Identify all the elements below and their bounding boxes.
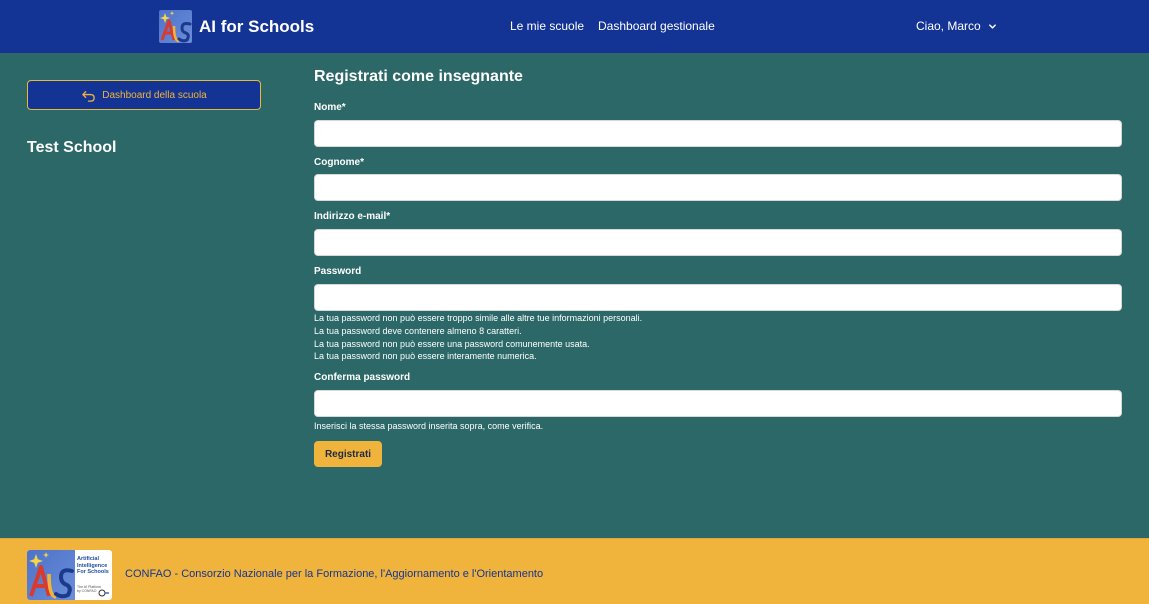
user-greeting: Ciao, Marco xyxy=(916,19,981,33)
password-help-line: La tua password non può essere interamen… xyxy=(314,351,537,362)
brand-name: AI for Schools xyxy=(199,16,315,36)
form-title: Registrati come insegnante xyxy=(314,68,523,85)
last-name-input[interactable] xyxy=(314,174,1122,201)
footer-logo-tagline: Artificial Intelligence For Schools xyxy=(77,556,109,576)
password-help-line: La tua password deve contenere almeno 8 … xyxy=(314,325,522,336)
user-menu[interactable]: Ciao, Marco xyxy=(916,19,997,33)
email-input[interactable] xyxy=(314,229,1122,256)
confirm-password-help: Inserisci la stessa password inserita so… xyxy=(314,421,544,431)
password-help-line: La tua password non può essere troppo si… xyxy=(314,313,643,323)
brand-home-link[interactable]: AI for Schools xyxy=(159,10,314,43)
register-button[interactable]: Registrati xyxy=(314,441,382,467)
first-name-label: Nome* xyxy=(314,102,346,113)
password-label: Password xyxy=(314,266,362,277)
school-dashboard-label: Dashboard della scuola xyxy=(102,89,207,101)
confirm-password-input[interactable] xyxy=(314,390,1122,417)
footer-organization-text: CONFAO - Consorzio Nazionale per la Form… xyxy=(125,568,544,580)
confirm-password-label: Conferma password xyxy=(314,372,411,383)
school-dashboard-button[interactable]: Dashboard della scuola xyxy=(27,80,261,110)
password-input[interactable] xyxy=(314,284,1122,311)
top-navbar: AI for Schools Le mie scuole Dashboard g… xyxy=(0,0,1149,53)
chevron-down-icon xyxy=(988,23,996,29)
brand-logo xyxy=(159,10,192,43)
first-name-input[interactable] xyxy=(314,120,1122,147)
arrow-uturn-left-icon xyxy=(82,90,96,102)
confao-mark-icon xyxy=(98,589,109,597)
password-help-line: La tua password non può essere una passw… xyxy=(314,338,590,349)
nav-my-schools[interactable]: Le mie scuole xyxy=(510,19,584,33)
email-label: Indirizzo e-mail* xyxy=(314,211,391,222)
school-name: Test School xyxy=(27,139,117,156)
password-help: La tua password non può essere troppo si… xyxy=(314,312,642,363)
footer-logo: Artificial Intelligence For Schools The … xyxy=(27,550,112,600)
last-name-label: Cognome* xyxy=(314,157,364,168)
nav-management-dashboard[interactable]: Dashboard gestionale xyxy=(598,19,715,33)
